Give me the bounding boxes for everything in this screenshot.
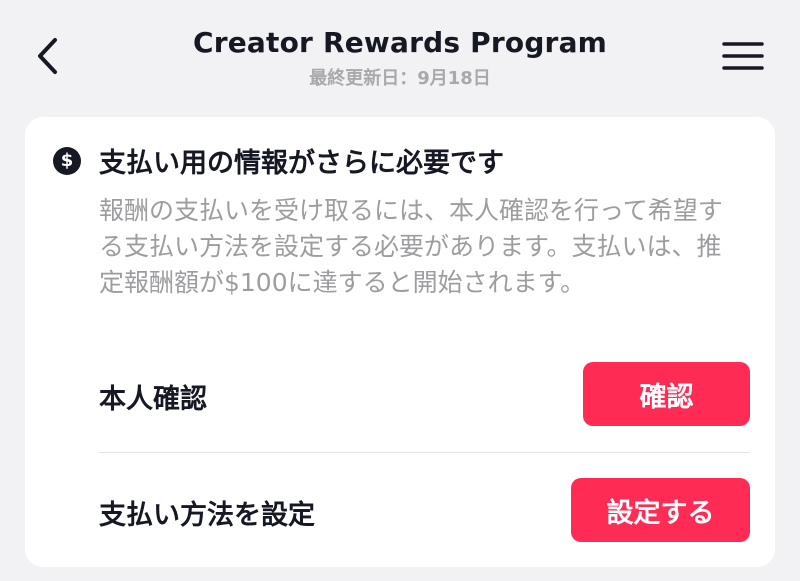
top-nav-bar: Creator Rewards Program 最終更新日：9月18日 bbox=[0, 0, 800, 110]
dollar-sign-icon: $ bbox=[53, 147, 81, 175]
payment-info-card: $ 支払い用の情報がさらに必要です 報酬の支払いを受け取るには、本人確認を行って… bbox=[25, 117, 775, 567]
hamburger-menu-icon bbox=[722, 42, 764, 70]
card-title: 支払い用の情報がさらに必要です bbox=[99, 148, 504, 179]
card-description: 報酬の支払いを受け取るには、本人確認を行って希望する支払い方法を設定する必要があ… bbox=[99, 196, 723, 297]
verify-button[interactable]: 確認 bbox=[583, 362, 750, 426]
set-payment-method-button[interactable]: 設定する bbox=[571, 478, 750, 542]
last-updated-text: 最終更新日：9月18日 bbox=[309, 68, 491, 89]
divider bbox=[99, 452, 750, 453]
identity-verification-label: 本人確認 bbox=[99, 384, 207, 415]
menu-button[interactable] bbox=[716, 36, 770, 76]
payment-method-label: 支払い方法を設定 bbox=[99, 500, 315, 531]
page-title: Creator Rewards Program bbox=[192, 26, 608, 59]
